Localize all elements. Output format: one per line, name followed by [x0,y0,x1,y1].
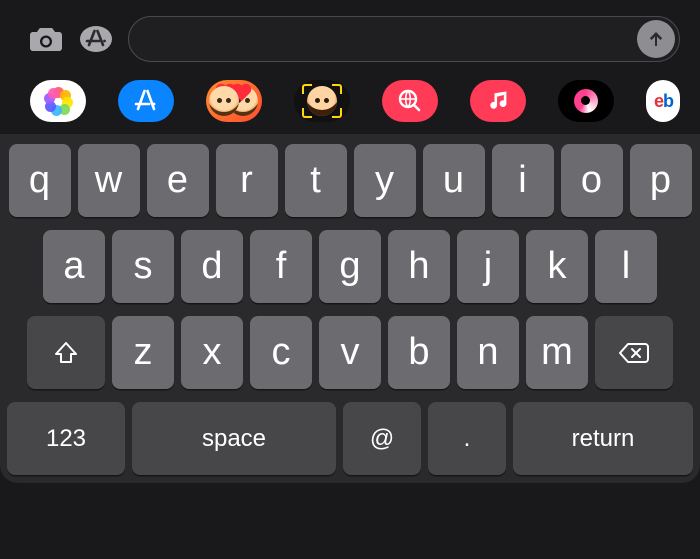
message-input-container[interactable] [128,16,680,62]
keyboard-row-1: q w e r t y u i o p [5,144,695,217]
key-i[interactable]: i [492,144,554,217]
key-m[interactable]: m [526,316,588,389]
key-p[interactable]: p [630,144,692,217]
key-c[interactable]: c [250,316,312,389]
imessage-app-strip[interactable]: eb [0,70,700,134]
message-toolbar [0,0,700,70]
key-e[interactable]: e [147,144,209,217]
app-chip-stickers[interactable] [558,80,614,122]
app-store-icon [79,22,113,56]
photos-icon [45,88,71,114]
keyboard: q w e r t y u i o p a s d f g h j k l z … [0,134,700,483]
key-r[interactable]: r [216,144,278,217]
camera-icon [28,25,64,53]
key-u[interactable]: u [423,144,485,217]
key-o[interactable]: o [561,144,623,217]
key-a[interactable]: a [43,230,105,303]
key-t[interactable]: t [285,144,347,217]
app-chip-ebay[interactable]: eb [646,80,680,122]
key-z[interactable]: z [112,316,174,389]
key-w[interactable]: w [78,144,140,217]
app-chip-music[interactable] [470,80,526,122]
key-q[interactable]: q [9,144,71,217]
key-period[interactable]: . [428,402,506,475]
arrow-up-icon [646,29,666,49]
key-space[interactable]: space [132,402,336,475]
backspace-icon [618,341,650,365]
key-g[interactable]: g [319,230,381,303]
key-v[interactable]: v [319,316,381,389]
key-backspace[interactable] [595,316,673,389]
message-input[interactable] [147,29,637,50]
ebay-icon: eb [654,91,673,112]
app-chip-photos[interactable] [30,80,86,122]
key-b[interactable]: b [388,316,450,389]
key-h[interactable]: h [388,230,450,303]
key-x[interactable]: x [181,316,243,389]
send-button[interactable] [637,20,675,58]
key-y[interactable]: y [354,144,416,217]
key-s[interactable]: s [112,230,174,303]
key-numbers[interactable]: 123 [7,402,125,475]
key-shift[interactable] [27,316,105,389]
key-j[interactable]: j [457,230,519,303]
app-chip-animoji[interactable] [294,80,350,122]
key-f[interactable]: f [250,230,312,303]
keyboard-row-4: 123 space @ . return [5,402,695,475]
key-return[interactable]: return [513,402,693,475]
camera-button[interactable] [28,21,64,57]
shift-icon [53,340,79,366]
keyboard-row-2: a s d f g h j k l [5,230,695,303]
memoji-icon [209,86,239,116]
key-d[interactable]: d [181,230,243,303]
key-at[interactable]: @ [343,402,421,475]
app-chip-memoji[interactable] [206,80,262,122]
key-l[interactable]: l [595,230,657,303]
app-store-icon [132,87,160,115]
music-note-icon [486,89,510,113]
stickers-icon [574,89,598,113]
keyboard-row-3: z x c v b n m [5,316,695,389]
focus-frame-icon [302,84,342,118]
key-k[interactable]: k [526,230,588,303]
app-chip-appstore[interactable] [118,80,174,122]
app-chip-images-search[interactable] [382,80,438,122]
key-n[interactable]: n [457,316,519,389]
globe-search-icon [396,87,424,115]
app-drawer-button[interactable] [78,21,114,57]
